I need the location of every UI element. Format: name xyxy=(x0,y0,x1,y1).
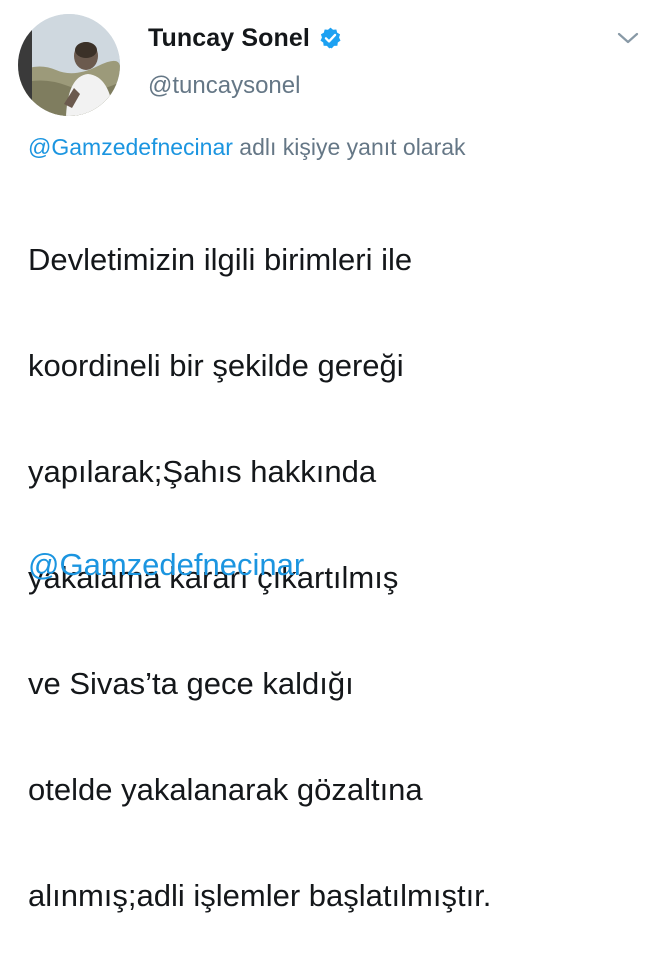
tweet-text-line: Devletimizin ilgili birimleri ile xyxy=(28,242,413,277)
tweet-text-line: ve Sivas’ta gece kaldığı xyxy=(28,666,354,701)
tweet-menu-button[interactable] xyxy=(614,24,642,52)
chevron-down-icon xyxy=(617,32,639,44)
avatar-photo xyxy=(18,14,120,116)
reply-to-mention-link[interactable]: @Gamzedefnecinar xyxy=(28,134,233,160)
verified-badge-icon xyxy=(318,26,343,51)
reply-context: @Gamzedefnecinar adlı kişiye yanıt olara… xyxy=(28,134,466,161)
tweet-text-line: alınmış;adli işlemler başlatılmıştır. xyxy=(28,878,492,913)
tweet-text-line: yapılarak;Şahıs hakkında xyxy=(28,454,377,489)
avatar[interactable] xyxy=(18,14,120,116)
tweet-mention-link[interactable]: @Gamzedefnecinar xyxy=(28,538,304,591)
tweet-card: Tuncay Sonel @tuncaysonel @Gamzedefnecin… xyxy=(0,0,670,913)
tweet-text-line: koordineli bir şekilde gereği xyxy=(28,348,404,383)
author-name-row[interactable]: Tuncay Sonel xyxy=(148,24,343,53)
reply-context-label: adlı kişiye yanıt olarak xyxy=(232,134,466,160)
tweet-text-line: otelde yakalanarak gözaltına xyxy=(28,772,423,807)
display-name[interactable]: Tuncay Sonel xyxy=(148,24,310,53)
user-handle[interactable]: @tuncaysonel xyxy=(148,72,300,100)
